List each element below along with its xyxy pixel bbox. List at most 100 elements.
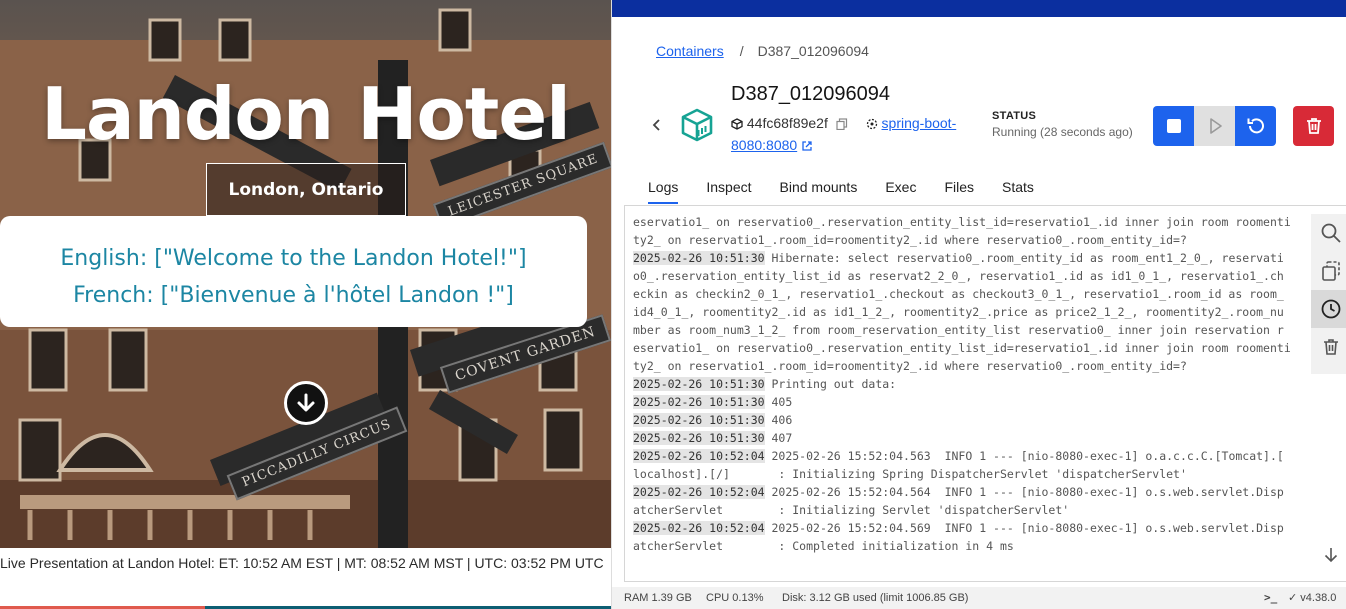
log-line: mber as room_num3_1_2_ from room_reserva…	[633, 321, 1305, 339]
search-logs-button[interactable]	[1311, 214, 1346, 252]
container-id: 44fc68f89e2f	[746, 115, 828, 131]
delete-button[interactable]	[1293, 106, 1334, 146]
log-text: ty2_ on reservatio1_.room_id=roomentity2…	[633, 233, 1187, 247]
trash-icon	[1324, 339, 1338, 355]
footer-version: ✓ v4.38.0	[1288, 592, 1337, 604]
docker-desktop-panel: Containers / D387_012096094 D387_012096094…	[611, 0, 1346, 609]
log-text: 407	[764, 431, 793, 445]
stop-button[interactable]	[1153, 106, 1194, 146]
log-text: 2025-02-26 15:52:04.564 INFO 1 --- [nio-…	[764, 485, 1284, 499]
app-topbar	[612, 0, 1346, 17]
scroll-down-button[interactable]	[284, 381, 328, 425]
tab-stats[interactable]: Stats	[1002, 172, 1034, 204]
log-line: ty2_ on reservatio1_.room_id=roomentity2…	[633, 357, 1305, 375]
tab-exec[interactable]: Exec	[885, 172, 916, 204]
container-name: D387_012096094	[731, 83, 891, 105]
log-timestamp: 2025-02-26 10:51:30	[633, 251, 765, 265]
log-text: ty2_ on reservatio1_.room_id=roomentity2…	[633, 359, 1187, 373]
log-text: 405	[764, 395, 793, 409]
log-timestamp: 2025-02-26 10:51:30	[633, 395, 765, 409]
terminal-button[interactable]: >_	[1264, 587, 1277, 609]
log-line: 2025-02-26 10:51:30 Printing out data:	[633, 375, 1305, 393]
breadcrumb-current: D387_012096094	[757, 43, 869, 59]
tab-bind-mounts[interactable]: Bind mounts	[780, 172, 858, 204]
breadcrumb: Containers / D387_012096094	[656, 43, 869, 59]
log-timestamp: 2025-02-26 10:52:04	[633, 521, 765, 535]
log-line: 2025-02-26 10:51:30 405	[633, 393, 1305, 411]
footer-cpu: CPU 0.13%	[706, 592, 764, 604]
log-text: eckin as checkin2_0_1_, reservatio1_.che…	[633, 287, 1284, 301]
log-text: eservatio1_ on reservatio0_.reservation_…	[633, 341, 1291, 355]
log-text: 2025-02-26 15:52:04.569 INFO 1 --- [nio-…	[764, 521, 1284, 535]
hotel-page: LEICESTER SQUARE COVENT GARDEN PICCADILL…	[0, 0, 611, 609]
container-cube-icon	[681, 108, 713, 142]
log-line: atcherServlet : Initializing Servlet 'di…	[633, 501, 1305, 519]
log-line: 2025-02-26 10:51:30 406	[633, 411, 1305, 429]
log-timestamp: 2025-02-26 10:52:04	[633, 485, 765, 499]
log-line: localhost].[/] : Initializing Spring Dis…	[633, 465, 1305, 483]
arrow-down-icon	[297, 393, 315, 412]
status-footer: RAM 1.39 GB CPU 0.13% Disk: 3.12 GB used…	[612, 587, 1346, 609]
log-line: 2025-02-26 10:52:04 2025-02-26 15:52:04.…	[633, 447, 1305, 465]
clock-icon	[1321, 299, 1341, 319]
log-line: 2025-02-26 10:52:04 2025-02-26 15:52:04.…	[633, 519, 1305, 537]
arrow-down-icon	[1324, 548, 1338, 563]
log-text: Hibernate: select reservatio0_.room_enti…	[764, 251, 1284, 265]
log-line: atcherServlet : Completed initialization…	[633, 537, 1305, 555]
welcome-message-box: English: ["Welcome to the Landon Hotel!"…	[0, 216, 587, 327]
log-timestamp: 2025-02-26 10:52:04	[633, 449, 765, 463]
log-line: o0_.reservation_entity_list_id as reserv…	[633, 267, 1305, 285]
container-tabs: Logs Inspect Bind mounts Exec Files Stats	[634, 172, 1048, 204]
chevron-left-icon	[652, 119, 660, 131]
welcome-french: French: ["Bienvenue à l'hôtel Landon !"]	[73, 283, 514, 308]
log-line: ty2_ on reservatio1_.room_id=roomentity2…	[633, 231, 1305, 249]
copy-logs-button[interactable]	[1311, 252, 1346, 290]
image-link[interactable]: spring-boot-	[882, 115, 957, 131]
back-button[interactable]	[647, 115, 667, 135]
log-text: 406	[764, 413, 793, 427]
scroll-to-bottom-button[interactable]	[1320, 544, 1342, 566]
stop-icon	[1166, 119, 1181, 133]
log-timestamp: 2025-02-26 10:51:30	[633, 431, 765, 445]
hotel-location: London, Ontario	[206, 163, 406, 216]
log-text: atcherServlet : Initializing Servlet 'di…	[633, 503, 1070, 517]
log-lines: eservatio1_ on reservatio0_.reservation_…	[633, 213, 1305, 555]
tab-files[interactable]: Files	[944, 172, 974, 204]
play-icon	[1209, 118, 1222, 134]
tab-inspect[interactable]: Inspect	[706, 172, 751, 204]
live-time-ticker: Live Presentation at Landon Hotel: ET: 1…	[0, 555, 604, 571]
port-link[interactable]: 8080:8080	[731, 137, 797, 153]
log-line: eckin as checkin2_0_1_, reservatio1_.che…	[633, 285, 1305, 303]
log-text: o0_.reservation_entity_list_id as reserv…	[633, 269, 1284, 283]
log-text: atcherServlet : Completed initialization…	[633, 539, 1014, 553]
trash-icon	[1306, 118, 1321, 134]
clear-logs-button[interactable]	[1311, 328, 1346, 366]
start-button[interactable]	[1194, 106, 1235, 146]
external-link-icon[interactable]	[801, 140, 813, 152]
status-value: Running (28 seconds ago)	[992, 125, 1133, 139]
status-label: STATUS	[992, 110, 1037, 122]
footer-ram: RAM 1.39 GB	[624, 592, 692, 604]
image-icon	[866, 118, 877, 130]
breadcrumb-separator: /	[739, 43, 744, 59]
search-icon	[1321, 223, 1341, 243]
hotel-title: Landon Hotel	[41, 72, 571, 156]
log-text: 2025-02-26 15:52:04.563 INFO 1 --- [nio-…	[764, 449, 1284, 463]
log-line: 2025-02-26 10:51:30 407	[633, 429, 1305, 447]
log-timestamp: 2025-02-26 10:51:30	[633, 377, 765, 391]
container-meta: 44fc68f89e2f spring-boot- 8080:8080	[731, 112, 981, 156]
log-viewer[interactable]: eservatio1_ on reservatio0_.reservation_…	[624, 205, 1346, 582]
log-text: eservatio1_ on reservatio0_.reservation_…	[633, 215, 1291, 229]
log-timestamp: 2025-02-26 10:51:30	[633, 413, 765, 427]
status-block: STATUS Running (28 seconds ago)	[992, 110, 1133, 139]
log-text: id4_0_1_, roomentity2_.id as id1_1_2_, r…	[633, 305, 1284, 319]
timestamps-toggle-button[interactable]	[1311, 290, 1346, 328]
breadcrumb-containers-link[interactable]: Containers	[656, 43, 724, 59]
restart-icon	[1247, 118, 1264, 134]
restart-button[interactable]	[1235, 106, 1276, 146]
tab-logs[interactable]: Logs	[648, 172, 679, 204]
log-text: localhost].[/] : Initializing Spring Dis…	[633, 467, 1187, 481]
welcome-english: English: ["Welcome to the Landon Hotel!"…	[60, 246, 527, 271]
log-line: eservatio1_ on reservatio0_.reservation_…	[633, 339, 1305, 357]
copy-icon[interactable]	[836, 118, 848, 130]
